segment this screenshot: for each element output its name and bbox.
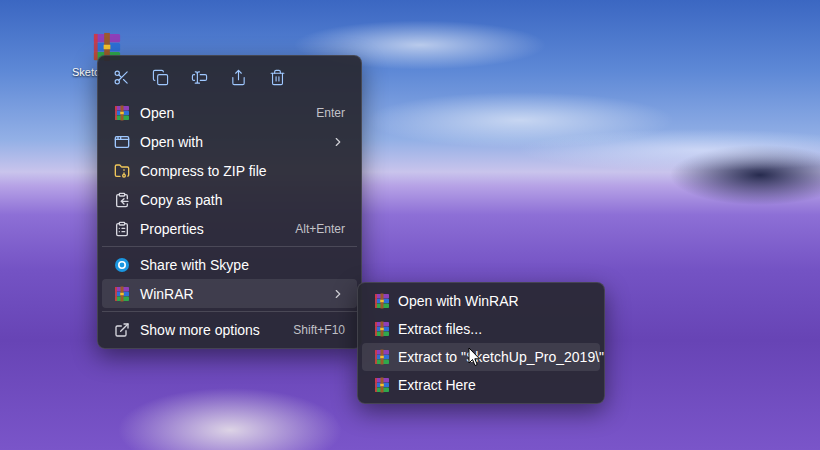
menu-item[interactable]: Copy as path xyxy=(102,185,357,214)
menu-item[interactable]: Show more options Shift+F10 xyxy=(102,315,357,344)
winrar-icon xyxy=(114,286,130,302)
menu-item-icon-box xyxy=(114,192,130,208)
properties-icon xyxy=(114,221,130,237)
toolbar-button[interactable] xyxy=(222,61,254,93)
desktop: Sketc Open Enter Open with Compress to ZIP f… xyxy=(0,0,820,450)
menu-item-label: Share with Skype xyxy=(140,257,345,273)
submenu-item[interactable]: Extract to "SketchUp_Pro_2019\" xyxy=(362,343,600,371)
skype-icon xyxy=(114,257,130,273)
chevron-right-icon xyxy=(331,135,345,149)
menu-item-icon-box xyxy=(114,322,130,338)
submenu-item[interactable]: Extract Here xyxy=(362,371,600,399)
submenu-item-icon-box xyxy=(374,321,390,337)
winrar-icon xyxy=(114,105,130,121)
menu-item-label: Properties xyxy=(140,221,285,237)
menu-item-label: Compress to ZIP file xyxy=(140,163,345,179)
submenu-item-label: Extract Here xyxy=(398,377,588,393)
zip-folder-icon xyxy=(114,163,130,179)
menu-item[interactable]: Open Enter xyxy=(102,98,357,127)
more-options-icon xyxy=(114,322,130,338)
copy-path-icon xyxy=(114,192,130,208)
open-with-icon xyxy=(114,134,130,150)
menu-item-icon-box xyxy=(114,221,130,237)
rename-icon xyxy=(191,69,208,86)
menu-item-label: Open with xyxy=(140,134,321,150)
menu-item-icon-box xyxy=(114,286,130,302)
cut-icon xyxy=(113,69,130,86)
menu-item[interactable]: Properties Alt+Enter xyxy=(102,214,357,243)
submenu-item[interactable]: Open with WinRAR xyxy=(362,287,600,315)
menu-separator xyxy=(102,246,357,247)
submenu-item-label: Extract files... xyxy=(398,321,588,337)
winrar-icon xyxy=(374,349,390,365)
submenu-item-label: Extract to "SketchUp_Pro_2019\" xyxy=(398,349,604,365)
menu-item-shortcut: Shift+F10 xyxy=(293,323,345,337)
menu-item-icon-box xyxy=(114,257,130,273)
menu-item[interactable]: Open with xyxy=(102,127,357,156)
menu-item[interactable]: Compress to ZIP file xyxy=(102,156,357,185)
menu-separator xyxy=(102,311,357,312)
menu-item-label: Open xyxy=(140,105,306,121)
menu-item-label: WinRAR xyxy=(140,286,321,302)
submenu-item-icon-box xyxy=(374,349,390,365)
submenu-item-icon-box xyxy=(374,377,390,393)
toolbar-button[interactable] xyxy=(183,61,215,93)
menu-item-icon-box xyxy=(114,134,130,150)
submenu-item[interactable]: Extract files... xyxy=(362,315,600,343)
toolbar-button[interactable] xyxy=(144,61,176,93)
menu-item-shortcut: Alt+Enter xyxy=(295,222,345,236)
mouse-pointer-icon xyxy=(468,347,482,367)
winrar-submenu: Open with WinRAR Extract files... Extract … xyxy=(357,282,605,404)
desktop-icon-label: Sketc xyxy=(72,66,100,78)
menu-item-icon-box xyxy=(114,163,130,179)
menu-item[interactable]: Share with Skype xyxy=(102,250,357,279)
copy-icon xyxy=(152,69,169,86)
submenu-item-icon-box xyxy=(374,293,390,309)
winrar-icon xyxy=(374,293,390,309)
menu-item-shortcut: Enter xyxy=(316,106,345,120)
menu-item[interactable]: WinRAR xyxy=(102,279,357,308)
menu-item-icon-box xyxy=(114,105,130,121)
submenu-item-label: Open with WinRAR xyxy=(398,293,588,309)
menu-item-label: Copy as path xyxy=(140,192,345,208)
chevron-right-icon xyxy=(331,287,345,301)
menu-toolbar xyxy=(102,56,357,98)
delete-icon xyxy=(269,69,286,86)
winrar-icon xyxy=(374,377,390,393)
toolbar-button[interactable] xyxy=(261,61,293,93)
toolbar-button[interactable] xyxy=(105,61,137,93)
context-menu: Open Enter Open with Compress to ZIP file Co… xyxy=(97,55,362,349)
menu-item-label: Show more options xyxy=(140,322,283,338)
winrar-icon xyxy=(374,321,390,337)
share-icon xyxy=(230,69,247,86)
